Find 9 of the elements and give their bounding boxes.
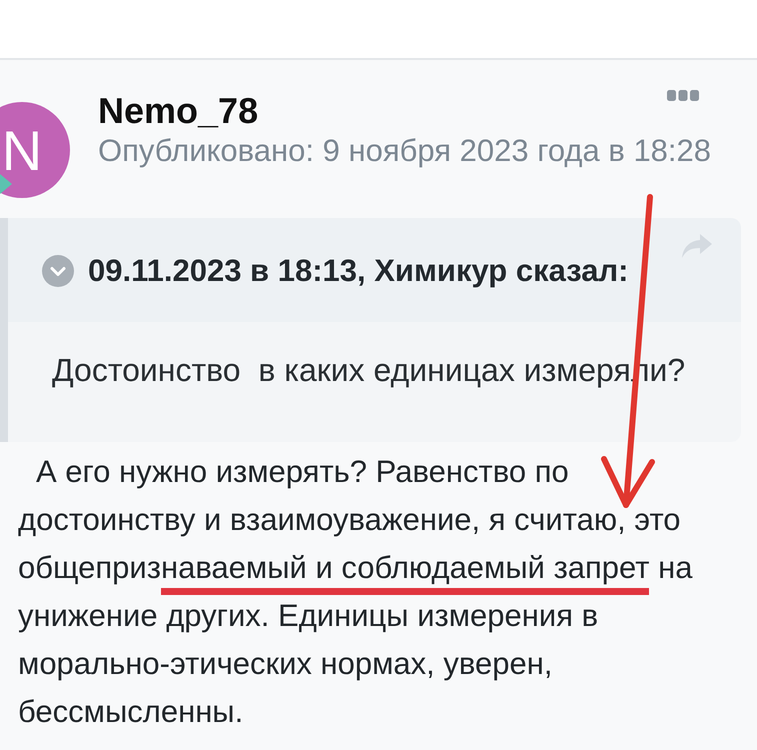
post-text: А его нужно измерять? Равенство по достоинству и взаимоуважение, я считаю, это общепризнаваемый и соблюдаемый запрет на унижение других. Единицы измерения в морально-этических нормах, уверен, бессмысленны. <box>18 453 694 731</box>
more-icon[interactable] <box>667 90 700 102</box>
avatar: N <box>0 102 70 198</box>
badge-icon <box>0 174 12 194</box>
author-name[interactable]: Nemo_78 <box>98 90 258 131</box>
share-icon[interactable] <box>682 234 712 258</box>
publish-date: Опубликовано: 9 ноября 2023 года в 18:28 <box>98 133 712 169</box>
quote-attribution: 09.11.2023 в 18:13, Химикур сказал: <box>88 252 628 289</box>
chevron-down-icon[interactable] <box>42 254 74 286</box>
